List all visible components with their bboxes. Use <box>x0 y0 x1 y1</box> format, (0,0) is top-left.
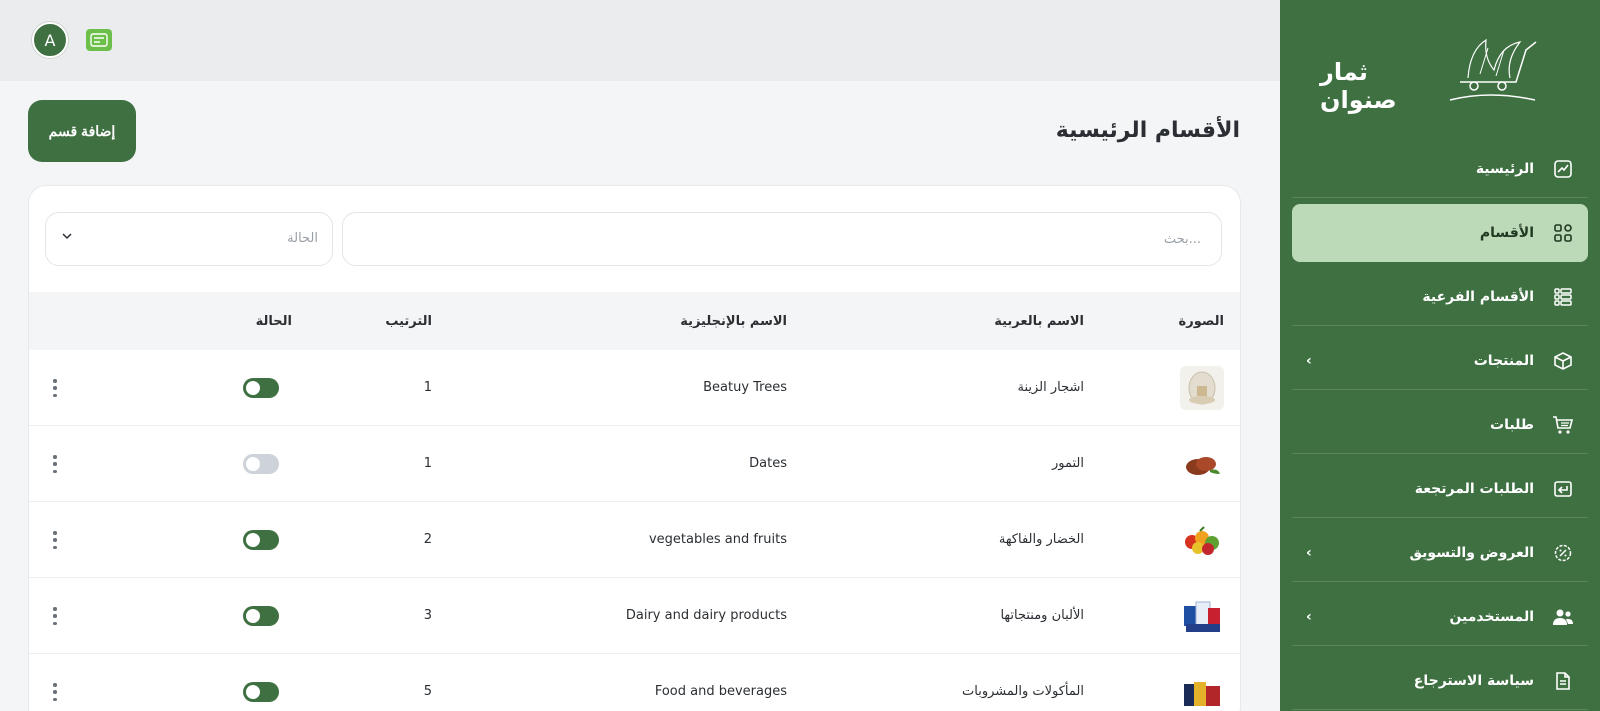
header-name-ar: الاسم بالعربية <box>994 314 1084 329</box>
more-options-icon[interactable] <box>51 376 59 400</box>
sidebar-item-label: الأقسام الفرعية <box>1422 288 1534 305</box>
top-bar: A <box>0 0 1280 81</box>
add-category-button[interactable]: إضافة قسم <box>28 100 136 162</box>
name-en: Dairy and dairy products <box>625 608 787 623</box>
name-ar: التمور <box>1051 456 1084 471</box>
sidebar-item-label: المنتجات <box>1473 352 1534 369</box>
order-value: 1 <box>423 380 432 395</box>
sidebar-item-orders[interactable]: طلبات <box>1292 396 1588 454</box>
sidebar-item-returns[interactable]: الطلبات المرتجعة <box>1292 460 1588 518</box>
sidebar-item-label: الرئيسية <box>1475 160 1534 177</box>
category-image <box>1180 594 1224 638</box>
chevron-down-icon <box>60 229 74 247</box>
name-en: Beatuy Trees <box>703 380 787 395</box>
sidebar-item-users[interactable]: ‹ المستخدمين <box>1292 588 1588 646</box>
status-toggle[interactable] <box>243 682 279 702</box>
header-order: الترتيب <box>385 314 432 329</box>
chevron-left-icon: ‹ <box>1306 608 1312 625</box>
order-value: 3 <box>423 608 432 623</box>
user-avatar[interactable]: A <box>32 22 68 58</box>
more-options-icon[interactable] <box>51 528 59 552</box>
more-options-icon[interactable] <box>51 452 59 476</box>
table-header: الصورة الاسم بالعربية الاسم بالإنجليزية … <box>29 292 1240 350</box>
sidebar-item-offers[interactable]: ‹ العروض والتسويق <box>1292 524 1588 582</box>
table-row: الخضار والفاكهة vegetables and fruits 2 <box>29 502 1240 578</box>
table-row: التمور Dates 1 <box>29 426 1240 502</box>
status-toggle[interactable] <box>243 530 279 550</box>
name-ar: اشجار الزينة <box>1017 380 1084 395</box>
brand-name: ثمار صنوان <box>1320 58 1397 114</box>
status-filter-label: الحالة <box>287 231 318 246</box>
chevron-left-icon: ‹ <box>1306 544 1312 561</box>
name-en: Food and beverages <box>654 684 787 699</box>
return-icon <box>1552 478 1574 500</box>
status-filter-select[interactable]: الحالة <box>45 212 333 266</box>
sidebar-item-categories[interactable]: الأقسام <box>1292 204 1588 262</box>
category-image <box>1180 670 1224 711</box>
category-image <box>1180 442 1224 486</box>
sidebar-item-subcategories[interactable]: الأقسام الفرعية <box>1292 268 1588 326</box>
order-value: 2 <box>423 532 432 547</box>
category-image <box>1180 366 1224 410</box>
page-title: الأقسام الرئيسية <box>1055 118 1240 143</box>
status-toggle[interactable] <box>243 606 279 626</box>
sidebar-item-label: الطلبات المرتجعة <box>1414 480 1534 497</box>
status-toggle[interactable] <box>243 454 279 474</box>
order-value: 1 <box>423 456 432 471</box>
more-options-icon[interactable] <box>51 604 59 628</box>
chart-icon <box>1552 158 1574 180</box>
header-status: الحالة <box>255 314 292 329</box>
sidebar-item-label: سياسة الاسترجاع <box>1413 672 1534 689</box>
brand-logo[interactable]: ثمار صنوان <box>1320 30 1540 114</box>
search-input[interactable]: بحث... <box>342 212 1222 266</box>
sidebar-item-label: الأقسام <box>1479 225 1534 241</box>
users-icon <box>1552 606 1574 628</box>
chevron-left-icon: ‹ <box>1306 352 1312 369</box>
discount-icon <box>1552 542 1574 564</box>
header-name-en: الاسم بالإنجليزية <box>680 314 787 329</box>
header-image: الصورة <box>1178 314 1224 329</box>
sidebar-item-products[interactable]: ‹ المنتجات <box>1292 332 1588 390</box>
sidebar-item-home[interactable]: الرئيسية <box>1292 140 1588 198</box>
table-row: الألبان ومنتجاتها Dairy and dairy produc… <box>29 578 1240 654</box>
more-options-icon[interactable] <box>51 680 59 704</box>
document-icon <box>1552 670 1574 692</box>
sidebar-item-return-policy[interactable]: سياسة الاسترجاع <box>1292 652 1588 710</box>
category-image <box>1180 518 1224 562</box>
sidebar-item-label: طلبات <box>1490 416 1534 433</box>
name-en: vegetables and fruits <box>648 532 787 547</box>
sidebar-nav: الرئيسية الأقسام الأقسام الفرعية ‹ المنت… <box>1292 140 1588 711</box>
name-ar: المأكولات والمشروبات <box>962 684 1084 699</box>
list-grid-icon <box>1552 286 1574 308</box>
name-en: Dates <box>749 456 787 471</box>
name-ar: الخضار والفاكهة <box>998 532 1084 547</box>
categories-card: بحث... الحالة الصورة الاسم بالعربية الاس… <box>28 185 1241 711</box>
table-row: اشجار الزينة Beatuy Trees 1 <box>29 350 1240 426</box>
sidebar: ثمار صنوان الرئيسية الأقسام الأقسام الفر… <box>1280 0 1600 711</box>
translate-icon[interactable] <box>86 29 112 51</box>
status-toggle[interactable] <box>243 378 279 398</box>
sidebar-item-label: المستخدمين <box>1449 608 1534 625</box>
sidebar-item-label: العروض والتسويق <box>1409 544 1534 561</box>
box-icon <box>1552 350 1574 372</box>
name-ar: الألبان ومنتجاتها <box>1000 608 1084 623</box>
grid-icon <box>1552 222 1574 244</box>
cart-icon <box>1552 414 1574 436</box>
table-row: المأكولات والمشروبات Food and beverages … <box>29 654 1240 711</box>
order-value: 5 <box>423 684 432 699</box>
